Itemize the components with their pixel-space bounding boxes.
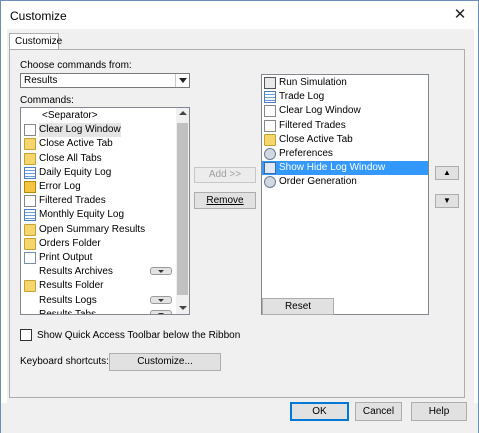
play-icon xyxy=(264,77,276,89)
command-item-label: Open Summary Results xyxy=(39,223,146,235)
command-item[interactable]: Results Archives xyxy=(22,265,176,279)
toolbar-item[interactable]: Close Active Tab xyxy=(262,133,428,147)
folder-icon xyxy=(24,237,36,250)
command-item[interactable]: <Separator> xyxy=(22,109,176,123)
window-icon xyxy=(264,162,276,175)
command-item-label: Results Tabs xyxy=(39,308,97,315)
commands-list[interactable]: <Separator> Clear Log Window Close Active … xyxy=(20,107,190,315)
reset-button[interactable]: Reset xyxy=(262,298,334,315)
toolbar-item-label: Show Hide Log Window xyxy=(279,162,386,174)
clear-log-icon xyxy=(24,124,36,137)
toolbar-item-label: Order Generation xyxy=(279,176,357,188)
remove-button[interactable]: Remove xyxy=(194,192,256,209)
toolbar-item[interactable]: Order Generation xyxy=(262,175,428,189)
command-item-label: Results Logs xyxy=(39,294,97,306)
toolbar-item[interactable]: Preferences xyxy=(262,147,428,161)
command-item[interactable]: Print Output xyxy=(22,251,176,265)
folder-icon xyxy=(264,133,276,146)
submenu-dropdown-icon[interactable] xyxy=(150,309,172,314)
choose-commands-select[interactable]: Results xyxy=(20,73,190,88)
move-up-button[interactable]: ▲ xyxy=(435,166,459,180)
show-below-ribbon-label: Show Quick Access Toolbar below the Ribb… xyxy=(37,330,241,341)
folder-icon xyxy=(24,152,36,165)
gear-icon xyxy=(264,148,276,160)
grid-icon xyxy=(24,166,36,179)
toolbar-item[interactable]: Trade Log xyxy=(262,90,428,104)
command-item-label: Close All Tabs xyxy=(39,152,102,164)
submenu-dropdown-icon[interactable] xyxy=(150,267,172,276)
folder-icon xyxy=(24,138,36,151)
commands-label: Commands: xyxy=(20,95,74,106)
folder-icon xyxy=(24,280,36,293)
command-item-label: <Separator> xyxy=(42,110,98,121)
command-item-label: Print Output xyxy=(39,252,93,263)
command-item[interactable]: Monthly Equity Log xyxy=(22,208,176,222)
filter-icon xyxy=(264,119,276,132)
dialog-footer xyxy=(1,403,478,433)
command-item-label: Daily Equity Log xyxy=(39,166,112,178)
choose-commands-label: Choose commands from: xyxy=(20,60,132,71)
scrollbar-thumb[interactable] xyxy=(177,123,188,295)
command-item-label: Filtered Trades xyxy=(39,195,106,207)
toolbar-list[interactable]: Run Simulation Trade Log Clear Log Window F… xyxy=(261,74,429,315)
window-title: Customize xyxy=(10,9,67,23)
grid-icon xyxy=(264,91,276,104)
show-below-ribbon-checkbox[interactable] xyxy=(20,329,32,341)
command-item[interactable]: Clear Log Window xyxy=(22,123,176,138)
scroll-down-icon[interactable] xyxy=(179,306,187,310)
toolbar-item-label: Close Active Tab xyxy=(279,133,353,145)
command-item-label: Results Archives xyxy=(39,266,113,278)
command-item[interactable]: Error Log xyxy=(22,180,176,194)
help-button[interactable]: Help xyxy=(411,402,467,421)
command-item[interactable]: Close All Tabs xyxy=(22,152,176,166)
gear-icon xyxy=(264,176,276,189)
doc-icon xyxy=(24,252,36,264)
toolbar-item[interactable]: Show Hide Log Window xyxy=(262,161,428,176)
command-item[interactable]: Results Tabs xyxy=(22,308,176,315)
scroll-up-icon[interactable] xyxy=(179,111,187,115)
command-item[interactable]: Orders Folder xyxy=(22,237,176,251)
toolbar-item[interactable]: Run Simulation xyxy=(262,76,428,90)
command-item-label: Close Active Tab xyxy=(39,138,113,150)
submenu-dropdown-icon[interactable] xyxy=(150,295,172,304)
title-bar: Customize ✕ xyxy=(1,1,478,29)
grid-icon xyxy=(24,209,36,222)
chevron-down-icon[interactable] xyxy=(175,74,189,87)
command-item[interactable]: Results Logs xyxy=(22,294,176,308)
toolbar-item[interactable]: Clear Log Window xyxy=(262,104,428,118)
toolbar-item-label: Clear Log Window xyxy=(279,105,361,117)
command-item-label: Monthly Equity Log xyxy=(39,209,125,221)
toolbar-item[interactable]: Filtered Trades xyxy=(262,119,428,133)
warning-icon xyxy=(24,181,36,193)
command-item[interactable]: Close Active Tab xyxy=(22,137,176,151)
toolbar-item-label: Filtered Trades xyxy=(279,119,346,131)
close-icon[interactable]: ✕ xyxy=(447,5,473,25)
add-button[interactable]: Add >> xyxy=(194,167,256,183)
command-item-label: Error Log xyxy=(39,181,81,192)
ok-button[interactable]: OK xyxy=(290,402,349,421)
command-item[interactable]: Daily Equity Log xyxy=(22,166,176,180)
command-item[interactable]: Open Summary Results xyxy=(22,223,176,237)
toolbar-item-label: Trade Log xyxy=(279,91,325,103)
filter-icon xyxy=(24,195,36,208)
customize-dialog: Customize ✕ Customize Choose commands fr… xyxy=(0,0,479,433)
tab-customize[interactable]: Customize xyxy=(9,33,62,50)
cancel-button[interactable]: Cancel xyxy=(355,402,402,421)
toolbar-item-label: Preferences xyxy=(279,148,333,159)
clear-log-icon xyxy=(264,105,276,118)
open-icon xyxy=(24,223,36,236)
command-item-label: Clear Log Window xyxy=(39,123,121,138)
command-item-label: Results Folder xyxy=(39,280,104,292)
move-down-button[interactable]: ▼ xyxy=(435,194,459,208)
command-item-label: Orders Folder xyxy=(39,237,101,249)
customize-shortcuts-button[interactable]: Customize... xyxy=(109,353,221,371)
command-item[interactable]: Filtered Trades xyxy=(22,194,176,208)
keyboard-shortcuts-label: Keyboard shortcuts: xyxy=(20,356,109,367)
command-item[interactable]: Results Folder xyxy=(22,279,176,293)
toolbar-item-label: Run Simulation xyxy=(279,77,347,88)
